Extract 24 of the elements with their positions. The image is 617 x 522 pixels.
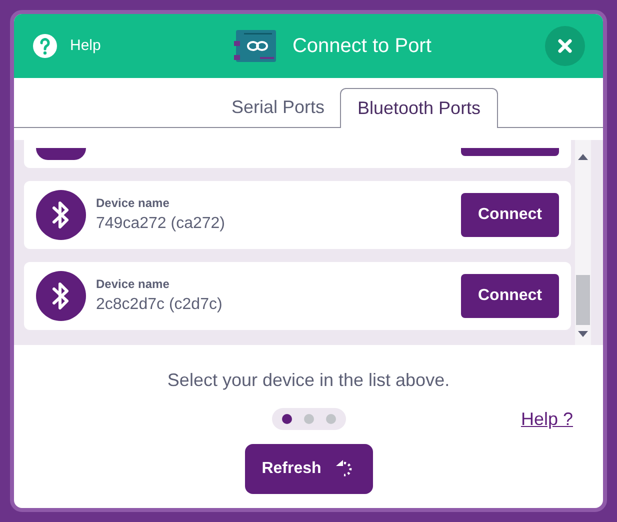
device-caption: Device name xyxy=(96,276,170,293)
close-button[interactable] xyxy=(545,26,585,66)
connect-button[interactable]: Connect xyxy=(461,193,559,237)
tab[interactable]: Serial Ports xyxy=(215,87,340,127)
help-link[interactable]: Help ? xyxy=(520,406,573,433)
device-caption: Device name xyxy=(96,195,170,212)
scroll-down-icon[interactable] xyxy=(578,331,588,337)
board-icon xyxy=(234,29,278,63)
scrollbar[interactable] xyxy=(575,140,591,345)
close-icon xyxy=(558,39,572,53)
hint-text: Select your device in the list above. xyxy=(167,369,450,392)
scroll-up-icon[interactable] xyxy=(578,154,588,160)
connect-button[interactable]: Connect xyxy=(461,274,559,318)
refresh-button[interactable]: Refresh xyxy=(244,444,372,494)
bluetooth-icon xyxy=(36,271,86,321)
device-card[interactable]: Device name 2c8c2d7c (c2d7c) Connect xyxy=(24,262,571,330)
help-icon xyxy=(32,33,58,59)
bluetooth-icon xyxy=(36,190,86,240)
device-name: 749ca272 (ca272) xyxy=(96,214,226,234)
device-name: 2c8c2d7c (c2d7c) xyxy=(96,295,224,315)
device-card[interactable]: Device name 749ca272 (ca272) Connect xyxy=(24,181,571,249)
dialog-title: Connect to Port xyxy=(292,34,432,59)
scrollbar-thumb[interactable] xyxy=(576,275,590,325)
tab[interactable]: Bluetooth Ports xyxy=(340,88,498,128)
